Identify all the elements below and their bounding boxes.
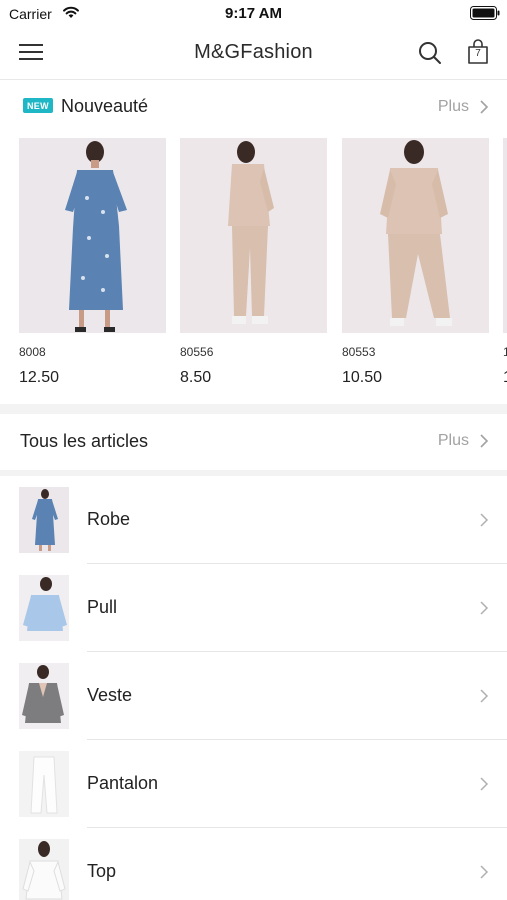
category-thumbnail <box>19 839 69 900</box>
category-label: Pantalon <box>87 773 159 793</box>
category-row-robe[interactable]: Robe <box>0 476 507 564</box>
category-thumbnail <box>19 751 69 817</box>
category-label: Robe <box>87 509 131 529</box>
chevron-right-icon <box>480 777 489 791</box>
category-thumbnail <box>19 487 69 553</box>
product-image <box>19 138 166 333</box>
product-price: 1 <box>503 369 507 387</box>
product-card[interactable]: 80553 10.50 <box>342 138 489 387</box>
category-label: Pull <box>87 597 118 617</box>
product-card[interactable]: 1 1 <box>503 138 507 387</box>
product-image <box>180 138 327 333</box>
cart-count-badge: 7 <box>475 48 481 59</box>
section-divider <box>0 404 507 414</box>
product-image <box>342 138 489 333</box>
chevron-right-icon <box>480 601 489 615</box>
battery-icon <box>470 6 500 20</box>
category-row-pull[interactable]: Pull <box>0 564 507 652</box>
product-card[interactable]: 8008 12.50 <box>19 138 166 387</box>
product-card[interactable]: 80556 8.50 <box>180 138 327 387</box>
product-code: 1 <box>503 345 507 359</box>
status-bar: Carrier 9:17 AM <box>0 0 507 28</box>
category-thumbnail <box>19 575 69 641</box>
chevron-right-icon <box>480 865 489 879</box>
all-articles-more-link[interactable]: Plus <box>438 432 469 450</box>
product-price: 8.50 <box>180 369 212 386</box>
category-label: Top <box>87 861 117 881</box>
new-arrivals-header: NEW Nouveauté Plus <box>0 80 507 136</box>
product-code: 8008 <box>19 345 46 359</box>
product-code: 80556 <box>180 345 214 359</box>
all-articles-title: Tous les articles <box>20 431 149 451</box>
category-row-top[interactable]: Top <box>0 828 507 900</box>
product-price: 12.50 <box>19 369 60 386</box>
product-code: 80553 <box>342 345 376 359</box>
navigation-bar: M&GFashion 7 <box>0 28 507 80</box>
chevron-right-icon[interactable] <box>479 99 489 115</box>
product-image <box>503 138 507 333</box>
new-arrivals-more-link[interactable]: Plus <box>438 98 469 116</box>
category-row-veste[interactable]: Veste <box>0 652 507 740</box>
chevron-right-icon <box>480 689 489 703</box>
category-row-pantalon[interactable]: Pantalon <box>0 740 507 828</box>
search-icon[interactable] <box>418 41 442 65</box>
new-arrivals-title: Nouveauté <box>61 96 149 116</box>
new-badge: NEW <box>23 98 53 113</box>
category-label: Veste <box>87 685 133 705</box>
chevron-right-icon <box>480 513 489 527</box>
new-arrivals-carousel[interactable]: 8008 12.50 80556 8.50 80553 10.50 1 <box>0 136 507 404</box>
chevron-right-icon[interactable] <box>479 433 489 449</box>
all-articles-header[interactable]: Tous les articles Plus <box>0 414 507 470</box>
status-time: 9:17 AM <box>225 5 282 22</box>
product-price: 10.50 <box>342 369 383 386</box>
category-thumbnail <box>19 663 69 729</box>
